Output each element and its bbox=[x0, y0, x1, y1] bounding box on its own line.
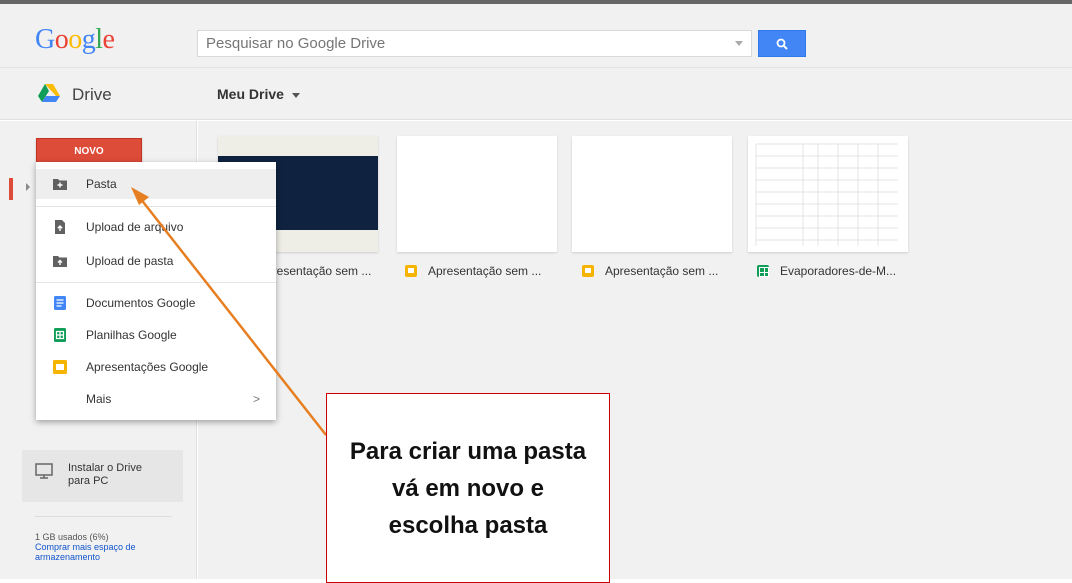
docs-icon bbox=[54, 296, 66, 310]
slides-file-icon bbox=[405, 265, 417, 277]
menu-divider bbox=[36, 206, 276, 207]
monitor-icon bbox=[35, 463, 53, 479]
dropdown-arrow-icon bbox=[291, 92, 300, 98]
menu-item-label: Documentos Google bbox=[86, 296, 196, 310]
menu-item-more[interactable]: Mais > bbox=[36, 384, 276, 414]
install-label-line1: Instalar o Drive bbox=[68, 462, 142, 474]
location-label: Meu Drive bbox=[217, 86, 284, 102]
menu-item-label: Upload de pasta bbox=[86, 254, 174, 268]
file-card[interactable] bbox=[397, 136, 557, 252]
google-logo[interactable]: Google bbox=[35, 24, 115, 56]
file-name[interactable]: Apresentação sem ... bbox=[582, 264, 718, 278]
buy-storage-link-line2[interactable]: armazenamento bbox=[35, 552, 136, 562]
install-drive-button[interactable]: Instalar o Drive para PC bbox=[22, 450, 183, 502]
search-icon bbox=[776, 38, 788, 50]
sheets-icon bbox=[54, 328, 66, 342]
menu-item-upload-file[interactable]: Upload de arquivo bbox=[36, 212, 276, 242]
app-name: Drive bbox=[72, 85, 112, 104]
file-name-text: Apresentação sem ... bbox=[605, 264, 719, 278]
buy-storage-link-line1[interactable]: Comprar mais espaço de bbox=[35, 542, 136, 552]
file-upload-icon bbox=[55, 220, 65, 234]
search-input[interactable] bbox=[198, 31, 718, 56]
sheets-file-icon bbox=[757, 265, 769, 277]
slides-icon bbox=[53, 360, 67, 374]
menu-item-google-sheets[interactable]: Planilhas Google bbox=[36, 320, 276, 350]
file-name-text: Apresentação sem ... bbox=[428, 264, 542, 278]
menu-item-label: Pasta bbox=[86, 177, 117, 191]
new-menu: Pasta Upload de arquivo Upload de pasta … bbox=[36, 162, 276, 420]
callout-text: Para criar uma pasta vá em novo e escolh… bbox=[349, 437, 587, 539]
menu-item-label: Mais bbox=[86, 392, 112, 406]
buy-storage-link[interactable]: Comprar mais espaço de armazenamento bbox=[35, 542, 136, 562]
spreadsheet-thumbnail bbox=[755, 143, 898, 246]
drive-subheader: Drive Meu Drive bbox=[0, 68, 1072, 120]
menu-item-google-docs[interactable]: Documentos Google bbox=[36, 288, 276, 318]
selected-item-indicator bbox=[9, 178, 13, 200]
location-dropdown[interactable]: Meu Drive bbox=[217, 86, 300, 102]
search-button[interactable] bbox=[758, 30, 806, 57]
file-thumbnail bbox=[218, 136, 378, 156]
expand-arrow-icon[interactable] bbox=[26, 183, 30, 191]
new-button[interactable]: NOVO bbox=[36, 138, 142, 164]
search-options-dropdown-icon[interactable] bbox=[735, 41, 743, 46]
search-box[interactable] bbox=[197, 30, 752, 57]
menu-item-label: Apresentações Google bbox=[86, 360, 209, 374]
storage-usage: 1 GB usados (6%) Comprar mais espaço de … bbox=[35, 532, 136, 562]
menu-divider bbox=[36, 282, 276, 283]
folder-upload-icon bbox=[53, 256, 67, 267]
drive-logo-icon bbox=[38, 84, 60, 102]
file-name[interactable]: Evaporadores-de-M... bbox=[757, 264, 896, 278]
folder-add-icon bbox=[53, 179, 67, 190]
file-card[interactable] bbox=[572, 136, 732, 252]
menu-item-new-folder[interactable]: Pasta bbox=[36, 169, 276, 199]
menu-item-label: Planilhas Google bbox=[86, 328, 177, 342]
slides-file-icon bbox=[582, 265, 594, 277]
sidebar-divider bbox=[35, 516, 172, 517]
file-name[interactable]: Apresentação sem ... bbox=[405, 264, 541, 278]
chevron-right-icon: > bbox=[252, 392, 260, 406]
menu-item-label: Upload de arquivo bbox=[86, 220, 184, 234]
install-label-line2: para PC bbox=[68, 475, 109, 487]
top-bar: Google bbox=[0, 0, 1072, 68]
file-card[interactable] bbox=[748, 136, 908, 252]
file-name-text: Evaporadores-de-M... bbox=[780, 264, 897, 278]
instruction-callout: Para criar uma pasta vá em novo e escolh… bbox=[326, 393, 610, 583]
menu-item-google-slides[interactable]: Apresentações Google bbox=[36, 352, 276, 382]
storage-usage-text: 1 GB usados (6%) bbox=[35, 532, 109, 542]
menu-item-upload-folder[interactable]: Upload de pasta bbox=[36, 246, 276, 276]
